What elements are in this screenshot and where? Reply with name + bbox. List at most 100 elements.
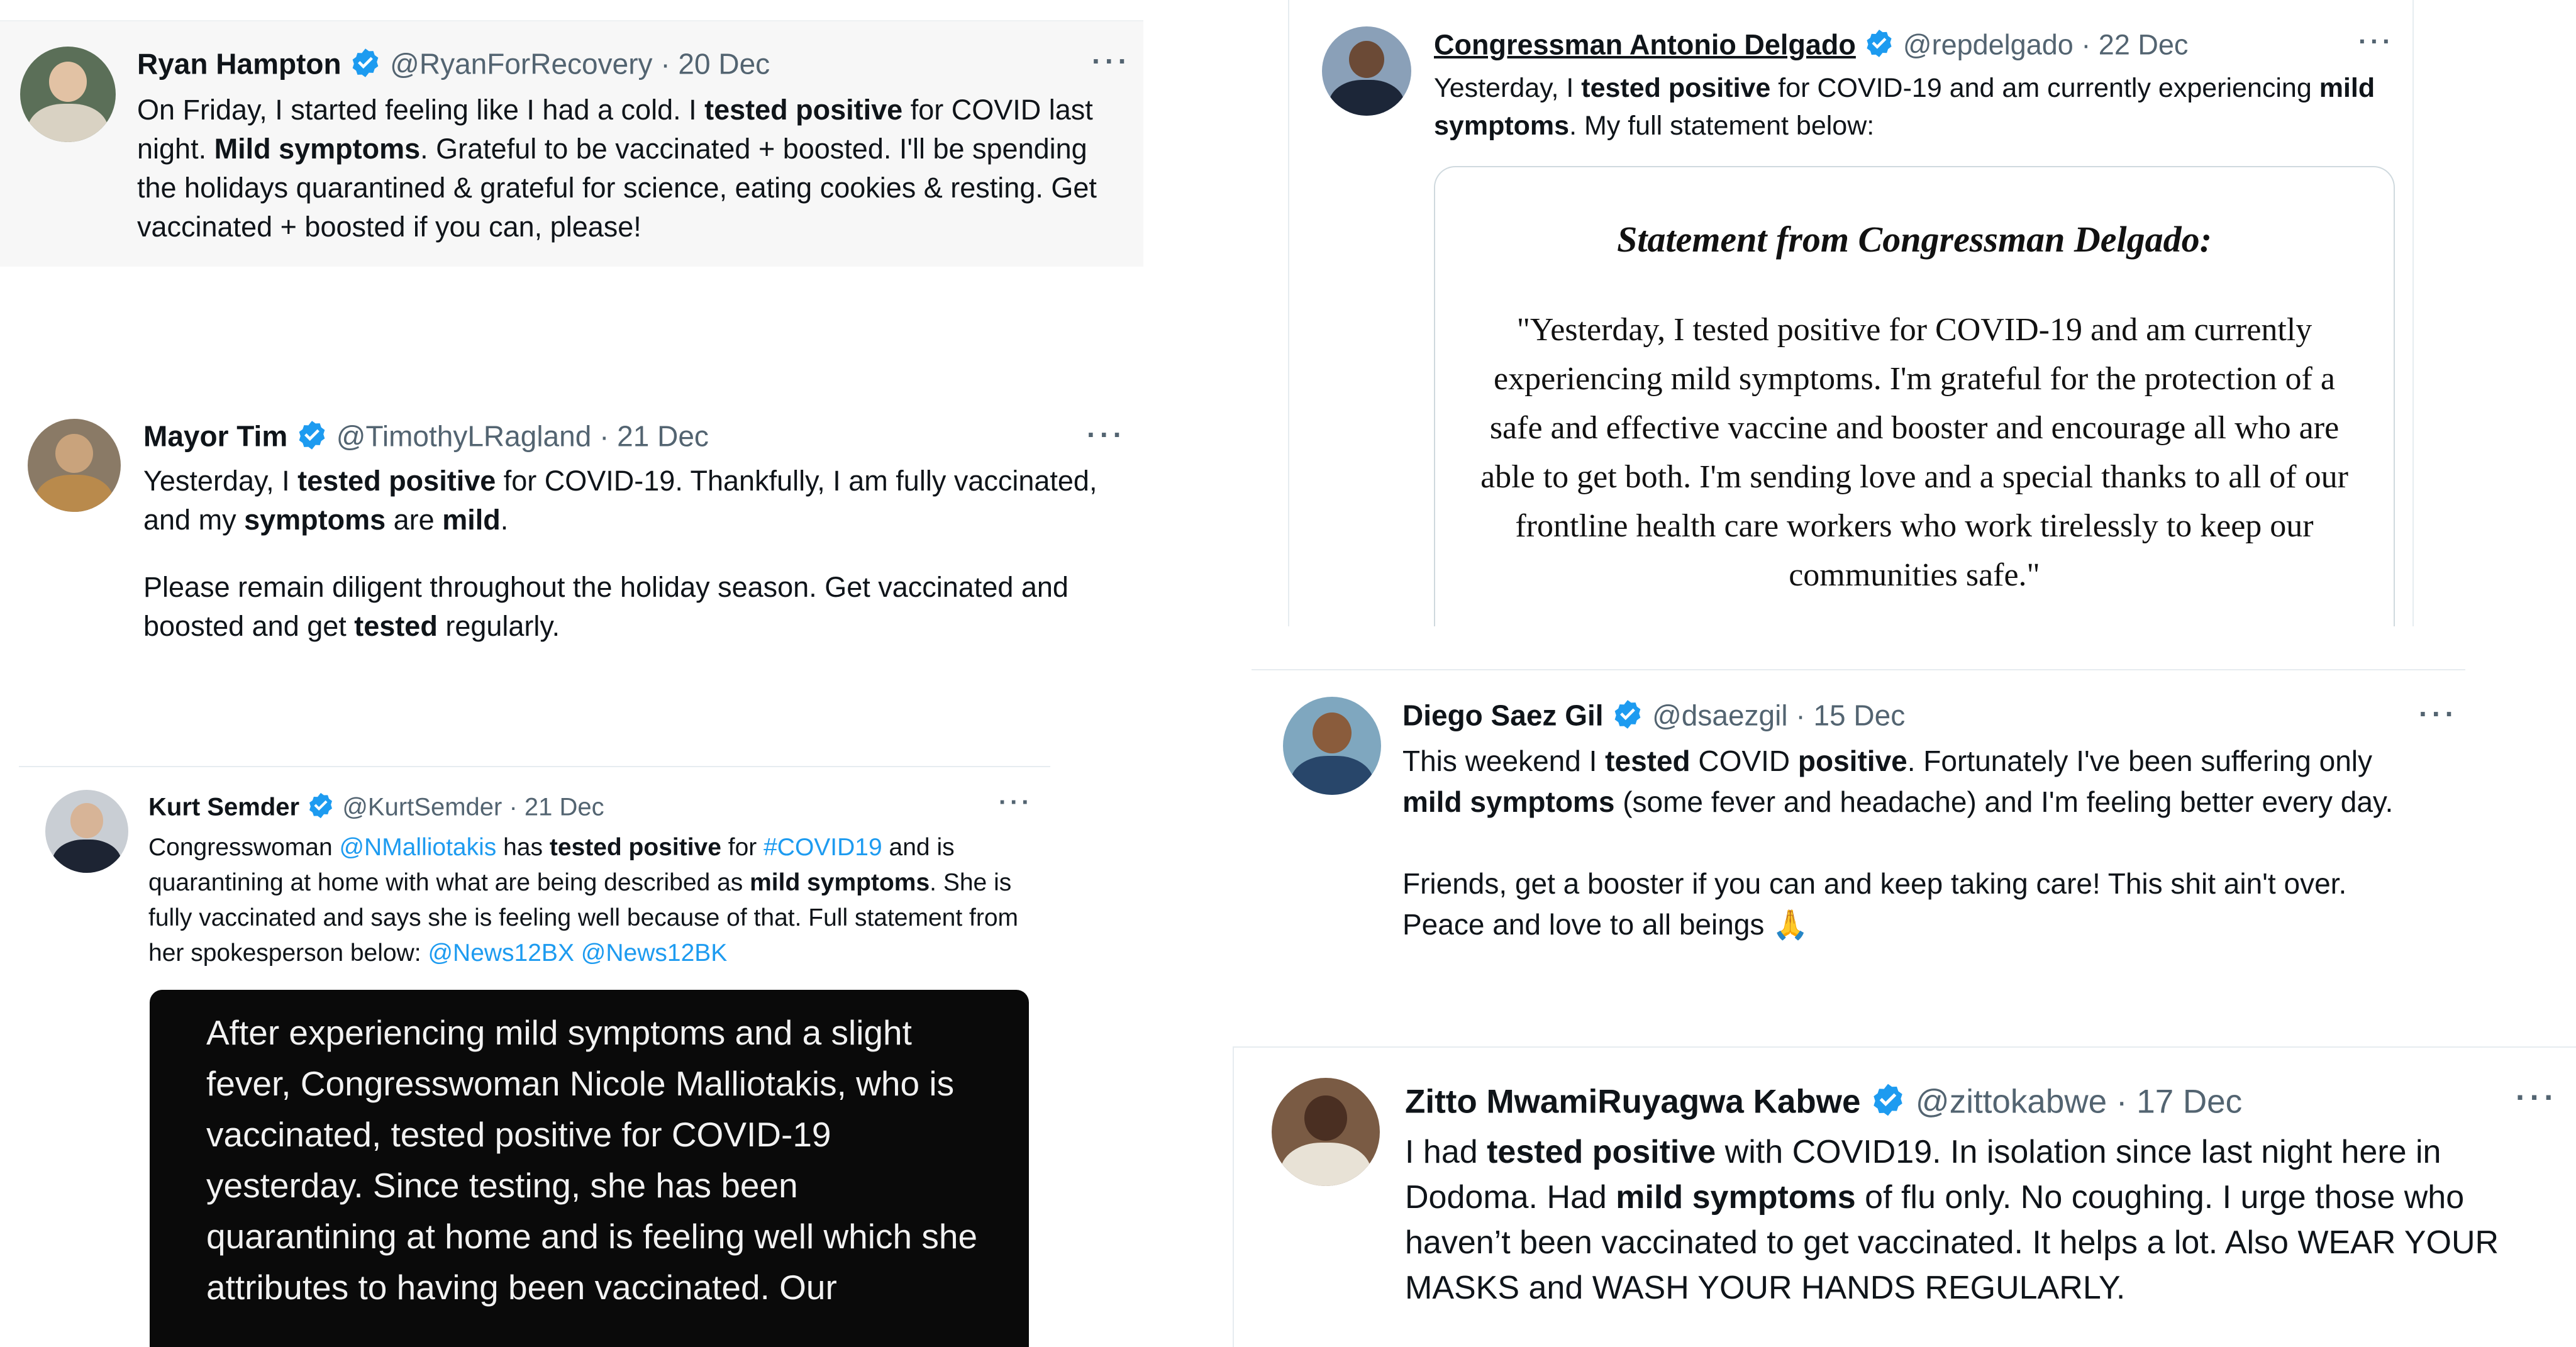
highlighted-text: tested [354,610,438,642]
highlighted-text: tested positive [1487,1134,1716,1170]
tweet-text: Congresswoman @NMalliotakis has tested p… [148,830,1029,971]
author-handle[interactable]: @RyanForRecovery [390,48,652,80]
verified-badge-icon [296,419,328,458]
avatar[interactable] [1272,1078,1380,1186]
verified-badge-icon [306,791,335,826]
tweet-kurt-semder[interactable]: Kurt Semder @KurtSemder · 21 Dec ··· Con… [0,767,1069,1347]
author-handle[interactable]: @dsaezgil [1652,699,1787,732]
tweet-paragraph: Friends, get a booster if you can and ke… [1402,863,2434,945]
tweet-paragraph: Yesterday, I tested positive for COVID-1… [143,462,1137,540]
text-run: Yesterday, I [143,465,298,497]
avatar[interactable] [1322,26,1411,116]
statement-image-card[interactable]: After experiencing mild symptoms and a s… [150,990,1029,1347]
more-options-icon[interactable]: ··· [2516,1079,2558,1116]
highlighted-text: mild symptoms [750,869,930,896]
tweet-date[interactable]: · 22 Dec [2081,28,2188,60]
author-name[interactable]: Mayor Tim [143,420,287,453]
highlighted-text: mild symptoms [1402,785,1615,818]
text-run: COVID [1690,745,1798,777]
verified-badge-icon [1611,698,1644,738]
text-run: This weekend I [1402,745,1606,777]
tweet-text: Yesterday, I tested positive for COVID-1… [143,462,1137,646]
verified-badge-icon [1870,1082,1906,1126]
statement-image-text: After experiencing mild symptoms and a s… [206,1013,978,1307]
text-run: for COVID-19 and am currently experienci… [1770,73,2319,103]
text-run: Friends, get a booster if you can and ke… [1402,867,2347,941]
tweet-date[interactable]: · 17 Dec [2116,1084,2242,1121]
author-handle[interactable]: @zittokabwe [1916,1084,2107,1121]
tweet-zitto-kabwe[interactable]: Zitto MwamiRuyagwa Kabwe @zittokabwe · 1… [1233,1048,2576,1347]
author-handle[interactable]: @repdelgado [1903,28,2074,60]
tweet-ryan-hampton[interactable]: Ryan Hampton @RyanForRecovery · 20 Dec ·… [0,20,1143,267]
text-run: Please remain diligent throughout the ho… [143,571,1069,642]
text-run: regularly. [437,610,560,642]
text-run: for [721,834,764,861]
avatar[interactable] [45,790,128,873]
mention-link[interactable]: @News12BX [428,940,574,967]
verified-badge-icon [349,47,382,86]
highlighted-text: Mild symptoms [214,133,421,165]
highlighted-text: tested [1605,745,1690,777]
author-name[interactable]: Kurt Semder [148,794,299,821]
avatar[interactable] [20,47,116,142]
tweet-header: Diego Saez Gil @dsaezgil · 15 Dec [1402,698,1905,738]
tweet-header: Mayor Tim @TimothyLRagland · 21 Dec [143,419,709,458]
more-options-icon[interactable]: ··· [999,789,1033,817]
verified-badge-icon [1863,28,1895,66]
more-options-icon[interactable]: ··· [1092,44,1131,78]
tweet-header: Kurt Semder @KurtSemder · 21 Dec [148,791,604,826]
highlighted-text: symptoms [244,504,386,536]
tweet-date[interactable]: · 15 Dec [1796,699,1905,732]
author-name[interactable]: Congressman Antonio Delgado [1434,28,1856,60]
text-run: . My full statement below: [1569,111,1875,141]
text-run: On Friday, I started feeling like I had … [137,94,705,126]
author-name[interactable]: Diego Saez Gil [1402,699,1604,732]
tweet-date[interactable]: · 21 Dec [509,794,604,821]
highlighted-text: mild [442,504,501,536]
text-run: are [386,504,443,536]
statement-body: "Yesterday, I tested positive for COVID-… [1480,312,2348,593]
tweet-header: Ryan Hampton @RyanForRecovery · 20 Dec [137,47,770,86]
tweet-congressman-delgado[interactable]: Congressman Antonio Delgado @repdelgado … [1288,0,2414,626]
text-run: . Fortunately I've been suffering only [1907,745,2372,777]
mention-link[interactable]: @NMalliotakis [339,834,496,861]
highlighted-text: tested positive [297,465,496,497]
tweet-header: Congressman Antonio Delgado @repdelgado … [1434,28,2188,66]
highlighted-text: tested positive [549,834,721,861]
text-run: . [500,504,509,536]
author-handle[interactable]: @TimothyLRagland [336,420,592,453]
text-run: Congresswoman [148,834,340,861]
text-run [574,940,581,967]
avatar[interactable] [28,419,121,512]
tweet-header: Zitto MwamiRuyagwa Kabwe @zittokabwe · 1… [1405,1082,2242,1126]
tweet-paragraph: Please remain diligent throughout the ho… [143,568,1137,646]
more-options-icon[interactable]: ··· [1087,418,1126,452]
highlighted-text: positive [1797,745,1907,777]
text-run: I had [1405,1134,1487,1170]
more-options-icon[interactable]: ··· [2358,26,2394,57]
author-handle[interactable]: @KurtSemder [342,794,502,821]
more-options-icon[interactable]: ··· [2419,697,2458,731]
author-name[interactable]: Zitto MwamiRuyagwa Kabwe [1405,1084,1860,1121]
tweet-text: On Friday, I started feeling like I had … [137,91,1131,247]
tweet-date[interactable]: · 21 Dec [599,420,709,453]
text-run: (some fever and headache) and I'm feelin… [1614,785,2394,818]
tweet-diego-saez-gil[interactable]: Diego Saez Gil @dsaezgil · 15 Dec ··· Th… [1233,670,2576,1046]
author-name[interactable]: Ryan Hampton [137,48,341,80]
statement-title: Statement from Congressman Delgado: [1617,219,2212,260]
avatar[interactable] [1283,697,1381,795]
highlighted-text: tested positive [704,94,903,126]
text-run: has [496,834,550,861]
tweet-text: Yesterday, I tested positive for COVID-1… [1434,69,2402,145]
text-run: Yesterday, I [1434,73,1582,103]
tweet-mayor-tim[interactable]: Mayor Tim @TimothyLRagland · 21 Dec ··· … [0,396,1143,673]
tweet-text: I had tested positive with COVID19. In i… [1405,1129,2550,1311]
statement-image-card[interactable]: Statement from Congressman Delgado: "Yes… [1434,166,2395,626]
tweet-paragraph: This weekend I tested COVID positive. Fo… [1402,741,2434,823]
mention-link[interactable]: @News12BK [581,940,728,967]
mention-link[interactable]: #COVID19 [763,834,882,861]
highlighted-text: tested positive [1581,73,1771,103]
tweet-date[interactable]: · 20 Dec [660,48,770,80]
tweet-text: This weekend I tested COVID positive. Fo… [1402,741,2434,945]
highlighted-text: mild symptoms [1616,1179,1856,1216]
